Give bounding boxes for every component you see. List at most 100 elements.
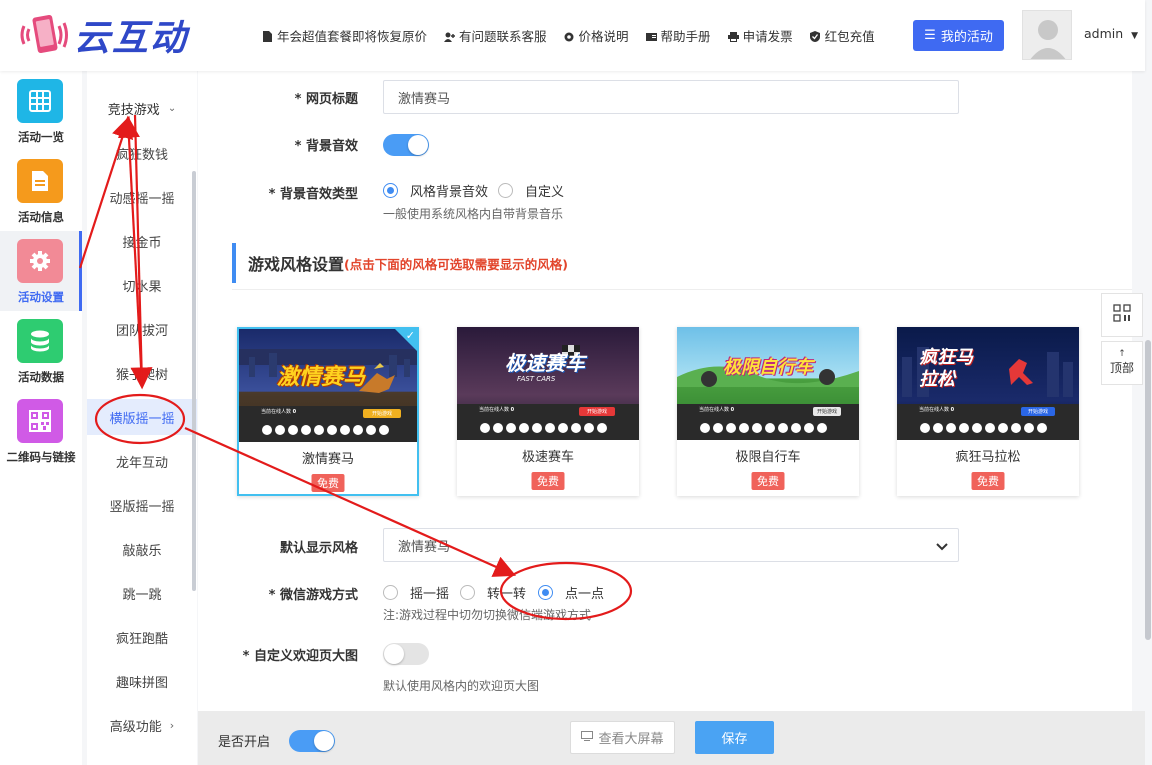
bottom-action-bar: 是否开启 查看大屏幕 保存 <box>198 711 1145 765</box>
back-to-top-button[interactable]: ↑ 顶部 <box>1101 341 1143 385</box>
sub-item[interactable]: 切水果 <box>87 267 197 303</box>
free-badge: 免费 <box>531 472 565 490</box>
sub-group-label: 竞技游戏 <box>107 102 160 118</box>
toggle-knob <box>314 731 334 751</box>
sub-item[interactable]: 趣味拼图 <box>87 663 197 699</box>
page-title-input[interactable]: 激情赛马 <box>383 80 959 114</box>
sidebar-item-data[interactable]: 活动数据 <box>0 311 82 391</box>
sidebar-item-overview[interactable]: 活动一览 <box>0 71 82 151</box>
style-thumb: 极速赛车 FAST CARS 当前在线人数 0 开始游戏 <box>457 327 639 440</box>
style-thumb-title: 疯狂马拉松 <box>919 347 973 390</box>
save-button[interactable]: 保存 <box>695 721 774 754</box>
my-activity-label: 我的活动 <box>940 30 993 45</box>
free-badge: 免费 <box>751 472 785 490</box>
logo[interactable]: 云互动 <box>18 10 188 60</box>
style-thumb: 激情赛马 当前在线人数 0 开始游戏 <box>239 329 417 442</box>
online-count-text: 当前在线人数 0 <box>261 408 296 415</box>
sidebar-item-label: 活动一览 <box>18 130 64 144</box>
sub-item[interactable]: 团队拔河 <box>87 311 197 347</box>
sidebar-item-settings[interactable]: 活动设置 <box>0 231 82 311</box>
nav-invoice-label: 申请发票 <box>742 28 793 44</box>
style-card-horse[interactable]: 激情赛马 当前在线人数 0 开始游戏 激情赛马 免费 ✓ <box>237 327 419 496</box>
radio-shake[interactable]: 摇一摇 <box>383 583 449 602</box>
sub-item[interactable]: 疯狂数钱 <box>87 135 197 171</box>
default-style-select[interactable]: 激情赛马 <box>383 528 959 562</box>
caret-down-icon: ▼ <box>1131 31 1139 41</box>
welcome-image-toggle[interactable] <box>383 643 429 665</box>
toggle-knob <box>384 644 404 664</box>
style-card-name: 极速赛车 <box>521 450 574 465</box>
sub-group-label: 高级功能 <box>109 719 162 735</box>
sub-item[interactable]: 跳一跳 <box>87 575 197 611</box>
sub-item[interactable]: 敲敲乐 <box>87 531 197 567</box>
game-sidebar: 竞技游戏 ⌄ 疯狂数钱 动感摇一摇 接金币 切水果 团队拔河 猴子爬树 横版摇一… <box>87 71 197 765</box>
chevron-down-icon: ⌄ <box>167 102 177 114</box>
bg-sound-toggle[interactable] <box>383 134 429 156</box>
sub-group-competitive[interactable]: 竞技游戏 ⌄ <box>87 91 197 125</box>
sub-item-active[interactable]: 横版摇一摇 <box>87 399 197 435</box>
document-icon <box>262 30 272 42</box>
radio-style-sound[interactable]: 风格背景音效 <box>383 181 488 200</box>
sub-group-advanced[interactable]: 高级功能 › <box>87 707 197 743</box>
radio-rotate[interactable]: 转一转 <box>460 583 526 602</box>
radio-label: 自定义 <box>525 185 565 200</box>
nav-promo[interactable]: 年会超值套餐即将恢复原价 <box>262 26 427 45</box>
section-title: 游戏风格设置 <box>248 255 345 274</box>
style-card-car[interactable]: 极速赛车 FAST CARS 当前在线人数 0 开始游戏 极速赛车 免费 <box>457 327 639 496</box>
sub-item[interactable]: 动感摇一摇 <box>87 179 197 215</box>
section-subtitle: (点击下面的风格可选取需要显示的风格) <box>344 256 568 272</box>
sub-item[interactable]: 接金币 <box>87 223 197 259</box>
sidebar-scrollbar[interactable] <box>192 171 196 591</box>
avatar[interactable] <box>1022 10 1072 60</box>
nav-recharge[interactable]: 红包充值 <box>809 26 875 45</box>
style-card-marathon[interactable]: 疯狂马拉松 当前在线人数 0 开始游戏 疯狂马拉松 免费 <box>897 327 1079 496</box>
nav-invoice[interactable]: 申请发票 <box>727 26 793 45</box>
sub-item[interactable]: 龙年互动 <box>87 443 197 479</box>
nav-price[interactable]: 价格说明 <box>564 26 629 45</box>
view-screen-label: 查看大屏幕 <box>598 732 664 747</box>
my-activity-button[interactable]: ☰ 我的活动 <box>913 20 1004 51</box>
style-thumb-sub: FAST CARS <box>517 375 556 383</box>
icon-sidebar: 活动一览 活动信息 活动设置 活动数据 二维码与链接 <box>0 71 82 765</box>
thumb-start-button: 开始游戏 <box>586 409 607 415</box>
radio-label: 摇一摇 <box>410 587 450 602</box>
sidebar-item-label: 活动设置 <box>18 290 64 304</box>
radio-dot <box>383 183 398 198</box>
online-count-text: 当前在线人数 0 <box>479 406 514 413</box>
page-scrollbar[interactable] <box>1145 340 1151 640</box>
sub-item[interactable]: 竖版摇一摇 <box>87 487 197 523</box>
sub-item[interactable]: 疯狂跑酷 <box>87 619 197 655</box>
nav-contact[interactable]: 有问题联系客服 <box>444 26 547 45</box>
shield-icon <box>809 30 820 42</box>
qrcode-float-button[interactable] <box>1101 293 1143 337</box>
section-divider <box>232 289 1132 290</box>
welcome-image-label: * 自定义欢迎页大图 <box>242 649 358 664</box>
page-title-label: * 网页标题 <box>294 92 358 107</box>
online-count-text: 当前在线人数 0 <box>699 406 734 413</box>
enable-toggle[interactable] <box>289 730 335 752</box>
radio-tap[interactable]: 点一点 <box>538 583 604 602</box>
online-text: 当前在线人数 <box>261 409 292 415</box>
app-page: 云互动 年会超值套餐即将恢复原价 有问题联系客服 价格说明 帮助手册 申请发票 <box>0 0 1152 765</box>
nav-help[interactable]: 帮助手册 <box>645 26 711 45</box>
default-style-label: 默认显示风格 <box>279 541 358 556</box>
style-card-bike[interactable]: 极限自行车 当前在线人数 0 开始游戏 极限自行车 免费 <box>677 327 859 496</box>
online-count: 0 <box>510 407 515 413</box>
radio-dot <box>498 183 513 198</box>
sidebar-item-label: 活动信息 <box>18 210 64 224</box>
thumb-start-button: 开始游戏 <box>1027 409 1048 415</box>
style-thumb-title: 极速赛车 <box>505 351 585 375</box>
radio-custom-sound[interactable]: 自定义 <box>498 181 564 200</box>
style-card-name: 疯狂马拉松 <box>955 450 1021 465</box>
sub-item[interactable]: 猴子爬树 <box>87 355 197 391</box>
sidebar-item-info[interactable]: 活动信息 <box>0 151 82 231</box>
back-to-top-label: 顶部 <box>1109 361 1134 375</box>
database-icon <box>17 319 63 363</box>
bg-sound-type-label: * 背景音效类型 <box>268 187 358 202</box>
sidebar-item-qrcode[interactable]: 二维码与链接 <box>0 391 82 471</box>
style-card-name: 激情赛马 <box>301 452 354 467</box>
grid-icon <box>17 79 63 123</box>
view-screen-button[interactable]: 查看大屏幕 <box>570 721 675 754</box>
user-menu[interactable]: admin ▼ <box>1084 26 1138 41</box>
qrcode-icon <box>17 399 63 443</box>
